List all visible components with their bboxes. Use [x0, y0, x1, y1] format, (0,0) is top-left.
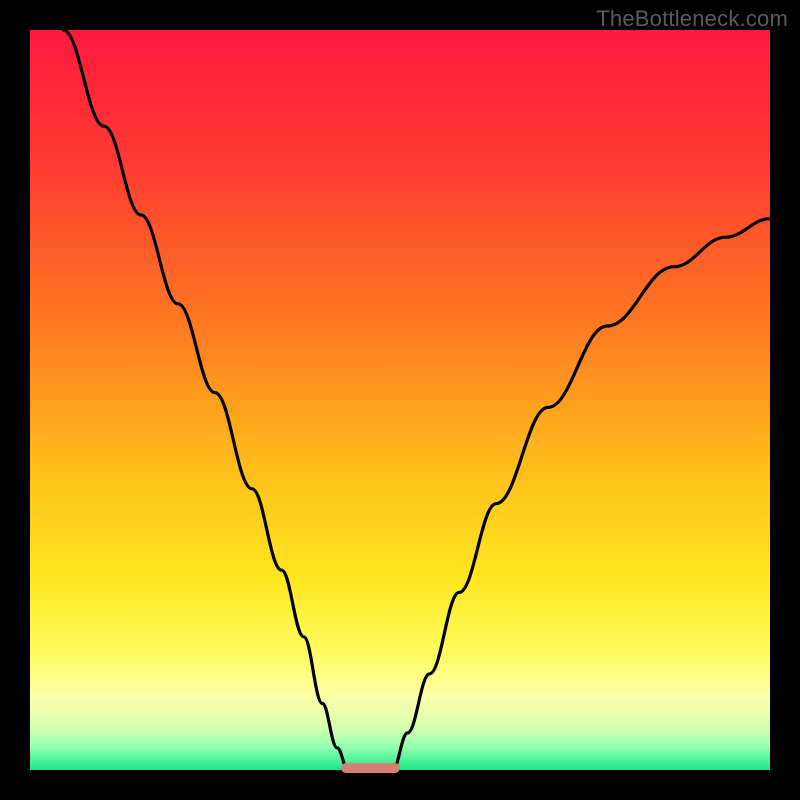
- watermark-text: TheBottleneck.com: [596, 6, 788, 32]
- left-curve: [63, 30, 348, 770]
- plot-area: [30, 30, 770, 770]
- chart-frame: TheBottleneck.com: [0, 0, 800, 800]
- right-curve: [393, 219, 770, 770]
- curves-layer: [30, 30, 770, 770]
- bottleneck-marker: [341, 763, 400, 773]
